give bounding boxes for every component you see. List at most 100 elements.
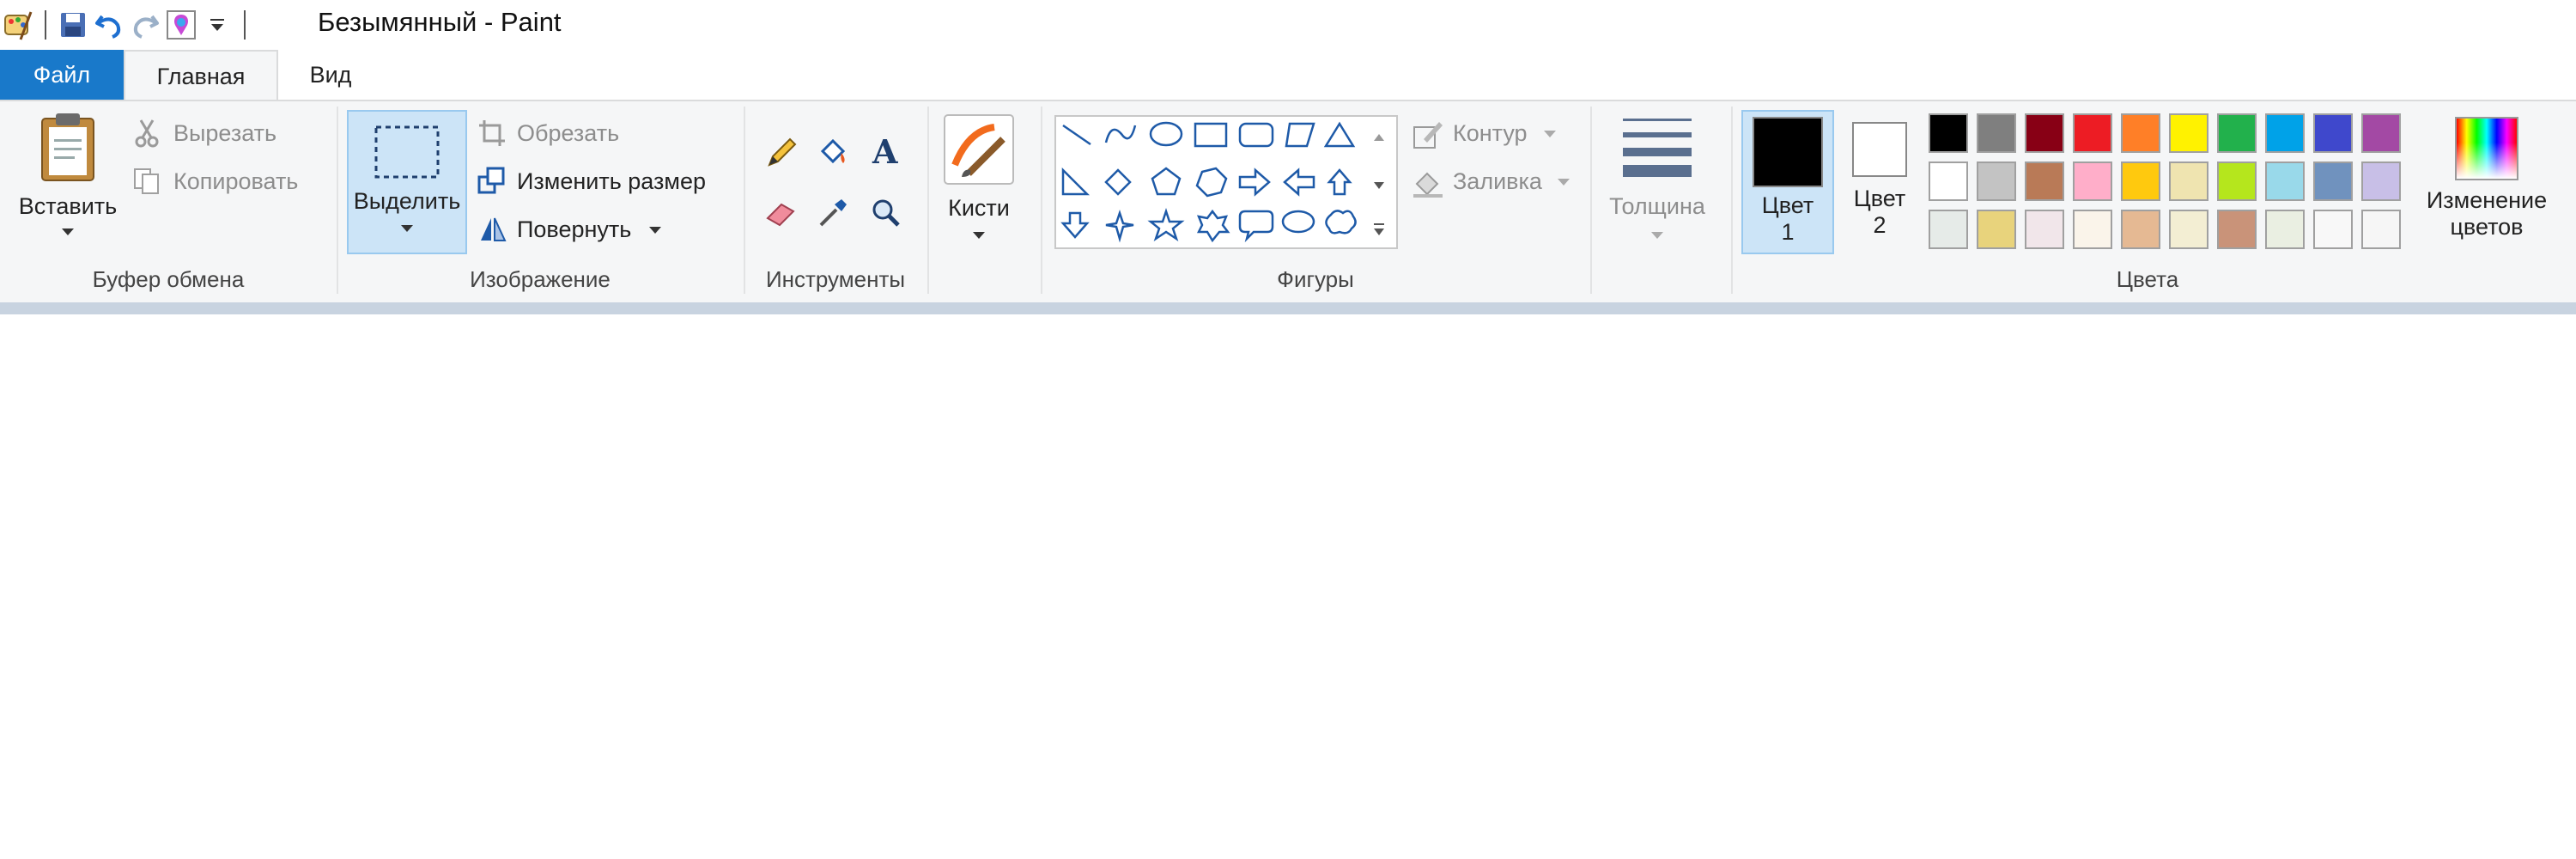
palette-swatch[interactable] <box>2025 113 2064 153</box>
svg-text:A: A <box>872 134 898 168</box>
group-separator <box>1590 107 1592 294</box>
chevron-down-icon <box>401 225 413 232</box>
drawing-canvas[interactable] <box>0 314 2576 859</box>
palette-swatch[interactable] <box>2361 161 2401 201</box>
shapes-group-label: Фигуры <box>1277 266 1354 292</box>
palette-swatch[interactable] <box>2217 210 2257 249</box>
fill-icon <box>1412 167 1444 199</box>
title-bar: Безымянный - Paint <box>0 0 2576 50</box>
color2-button[interactable]: Цвет 2 <box>1843 122 1917 239</box>
chevron-down-icon <box>1544 131 1556 137</box>
rotate-icon <box>477 215 507 244</box>
ribbon-bottom-border <box>0 302 2576 314</box>
undo-icon[interactable] <box>91 7 127 43</box>
color1-button[interactable]: Цвет 1 <box>1741 110 1834 254</box>
eraser-icon[interactable] <box>764 196 799 230</box>
shapes-gallery[interactable] <box>1054 115 1398 249</box>
palette-swatch[interactable] <box>2073 210 2112 249</box>
palette-swatch[interactable] <box>1977 210 2016 249</box>
palette-swatch[interactable] <box>2265 113 2305 153</box>
ribbon-tabs <box>0 50 2576 100</box>
size-label: Толщина <box>1609 193 1705 219</box>
brush-icon <box>943 113 1015 190</box>
chevron-down-icon <box>62 228 74 235</box>
color-picker-qat-icon[interactable] <box>163 7 199 43</box>
scissors-icon <box>132 119 161 148</box>
palette-swatch[interactable] <box>2265 161 2305 201</box>
edit-colors-label-2: цветов <box>2450 214 2524 240</box>
rotate-button[interactable]: Повернуть <box>517 216 631 243</box>
resize-icon <box>477 167 507 196</box>
palette-swatch[interactable] <box>2121 161 2160 201</box>
palette-swatch[interactable] <box>2073 161 2112 201</box>
color-picker-icon[interactable] <box>816 196 850 230</box>
copy-button[interactable]: Копировать <box>173 168 298 195</box>
customize-qat-icon[interactable] <box>199 7 235 43</box>
palette-swatch[interactable] <box>2313 113 2353 153</box>
tab-view[interactable]: Вид <box>292 50 369 100</box>
palette-swatch[interactable] <box>2361 210 2401 249</box>
palette-swatch[interactable] <box>1929 161 1968 201</box>
crop-icon <box>477 119 507 148</box>
magnifier-icon[interactable] <box>869 196 903 230</box>
fill-button[interactable]: Заливка <box>1453 168 1542 195</box>
clipboard-icon <box>33 110 102 190</box>
save-icon[interactable] <box>55 7 91 43</box>
image-group-label: Изображение <box>470 266 611 292</box>
window-title: Безымянный - Paint <box>318 7 562 37</box>
palette-swatch[interactable] <box>1929 210 1968 249</box>
edit-colors-button[interactable]: Изменение цветов <box>2409 117 2564 241</box>
palette-swatch[interactable] <box>2313 161 2353 201</box>
palette-swatch[interactable] <box>2025 161 2064 201</box>
tab-home[interactable]: Главная <box>124 50 278 101</box>
tools-group-label: Инструменты <box>765 266 906 292</box>
palette-swatch[interactable] <box>2121 210 2160 249</box>
select-button[interactable]: Выделить <box>347 110 467 254</box>
fill-bucket-icon[interactable] <box>816 136 850 170</box>
crop-button[interactable]: Обрезать <box>517 120 619 147</box>
palette-swatch[interactable] <box>2073 113 2112 153</box>
edit-colors-label-1: Изменение <box>2426 187 2548 213</box>
color-spectrum-icon <box>2455 117 2518 180</box>
line-thickness-icon <box>1619 113 1695 185</box>
chevron-down-icon <box>973 232 985 239</box>
palette-swatch[interactable] <box>2169 161 2208 201</box>
palette-swatch[interactable] <box>2361 113 2401 153</box>
palette-swatch[interactable] <box>2169 210 2208 249</box>
palette-swatch[interactable] <box>1977 161 2016 201</box>
paste-button[interactable]: Вставить <box>12 110 124 235</box>
paint-app-icon[interactable] <box>0 7 36 43</box>
palette-swatch[interactable] <box>2313 210 2353 249</box>
outline-button[interactable]: Контур <box>1453 120 1528 147</box>
cut-button[interactable]: Вырезать <box>173 120 276 147</box>
palette-swatch[interactable] <box>2169 113 2208 153</box>
resize-button[interactable]: Изменить размер <box>517 168 706 195</box>
clipboard-group-label: Буфер обмена <box>92 266 245 292</box>
outline-icon <box>1412 119 1444 151</box>
copy-icon <box>132 167 161 196</box>
tab-file[interactable]: Файл <box>0 50 124 100</box>
palette-swatch[interactable] <box>1929 113 1968 153</box>
size-button[interactable]: Толщина <box>1599 113 1716 239</box>
palette-swatch[interactable] <box>2025 210 2064 249</box>
colors-group-label: Цвета <box>2116 266 2179 292</box>
select-label: Выделить <box>353 188 461 214</box>
palette-swatch[interactable] <box>2217 113 2257 153</box>
color2-label: Цвет <box>1853 186 1906 211</box>
separator <box>244 10 246 40</box>
brushes-label: Кисти <box>948 195 1010 221</box>
chevron-down-icon <box>649 227 661 234</box>
palette-swatch[interactable] <box>1977 113 2016 153</box>
text-tool-icon[interactable]: A <box>869 132 903 171</box>
pencil-icon[interactable] <box>764 136 799 170</box>
palette-swatch[interactable] <box>2121 113 2160 153</box>
color2-number: 2 <box>1873 212 1886 238</box>
chevron-down-icon <box>1558 179 1570 186</box>
redo-icon[interactable] <box>127 7 163 43</box>
palette-swatch[interactable] <box>2217 161 2257 201</box>
selection-rect-icon <box>371 122 443 186</box>
color2-swatch <box>1852 122 1907 177</box>
shapes-gallery-icons <box>1060 121 1384 243</box>
palette-swatch[interactable] <box>2265 210 2305 249</box>
brushes-button[interactable]: Кисти <box>936 113 1022 239</box>
